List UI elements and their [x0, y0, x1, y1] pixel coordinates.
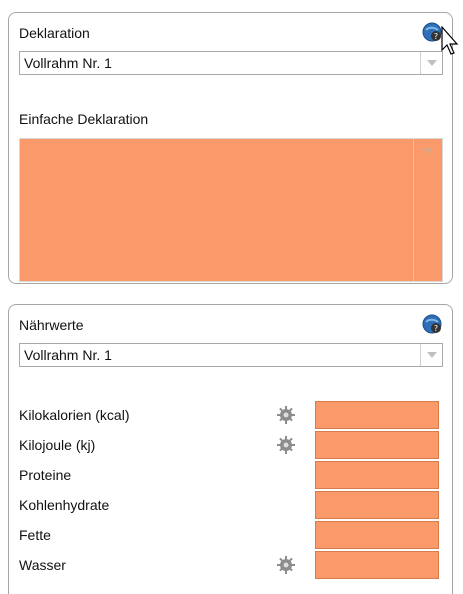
nutrient-label: Proteine — [19, 467, 72, 483]
gear-icon[interactable] — [277, 406, 295, 424]
nutrient-label: Wasser — [19, 557, 66, 573]
nutrient-value-field[interactable] — [315, 521, 439, 549]
naehrwerte-select[interactable]: Vollrahm Nr. 1 — [19, 343, 443, 367]
help-globe-icon[interactable]: ? — [422, 22, 442, 42]
dropdown-arrow-icon[interactable] — [420, 344, 442, 366]
einfache-deklaration-label: Einfache Deklaration — [19, 111, 149, 127]
naehrwerte-title: Nährwerte — [19, 317, 84, 333]
gear-icon[interactable] — [277, 436, 295, 454]
nutrient-value-field[interactable] — [315, 461, 439, 489]
gear-icon[interactable] — [277, 556, 295, 574]
nutrient-label: Kilojoule (kj) — [19, 437, 96, 453]
deklaration-title: Deklaration — [19, 25, 90, 41]
naehrwerte-select-value: Vollrahm Nr. 1 — [24, 347, 112, 363]
dropdown-arrow-icon[interactable] — [420, 52, 442, 74]
deklaration-select-value: Vollrahm Nr. 1 — [24, 55, 112, 71]
list-dropdown-arrow-icon[interactable] — [413, 139, 442, 281]
nutrient-label: Kilokalorien (kcal) — [19, 407, 130, 423]
svg-text:?: ? — [434, 324, 438, 333]
naehrwerte-panel: Nährwerte ? Vollrahm Nr. 1 Kilokalorien … — [8, 304, 453, 594]
nutrient-value-field[interactable] — [315, 431, 439, 459]
svg-text:?: ? — [434, 32, 438, 41]
nutrient-value-field[interactable] — [315, 491, 439, 519]
mouse-cursor-icon — [441, 26, 459, 55]
help-globe-icon[interactable]: ? — [422, 314, 442, 334]
nutrient-label: Kohlenhydrate — [19, 497, 110, 513]
deklaration-select[interactable]: Vollrahm Nr. 1 — [19, 51, 443, 75]
nutrient-value-field[interactable] — [315, 551, 439, 579]
nutrient-label: Fette — [19, 527, 51, 543]
nutrient-value-field[interactable] — [315, 401, 439, 429]
einfache-deklaration-list[interactable] — [19, 138, 443, 282]
deklaration-panel: Deklaration ? Vollrahm Nr. 1 Einfache De… — [8, 12, 453, 284]
